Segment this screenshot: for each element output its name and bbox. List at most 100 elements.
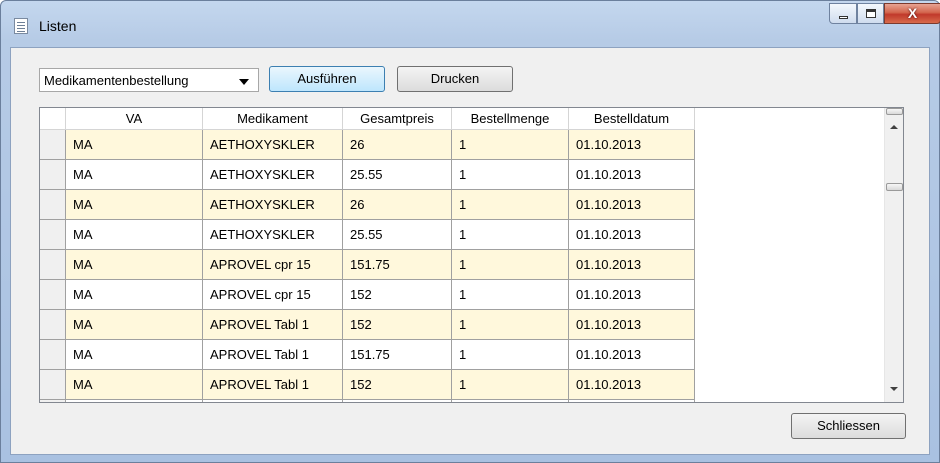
scrollbar-top-handle[interactable] (886, 108, 903, 115)
vertical-scrollbar[interactable] (884, 108, 903, 402)
cell-gesamtpreis[interactable]: 25.55 (343, 220, 452, 250)
cell-bestelldatum[interactable]: 01.10.2013 (569, 310, 695, 340)
maximize-icon (866, 9, 876, 18)
cell-medikament[interactable]: AETHOXYSKLER (203, 220, 343, 250)
row-header[interactable] (40, 190, 66, 220)
results-grid[interactable]: VA Medikament Gesamtpreis Bestellmenge Beste… (39, 107, 904, 403)
cell-bestellmenge[interactable]: 1 (452, 250, 569, 280)
cell-medikament[interactable]: APROVEL cpr 15 (203, 280, 343, 310)
run-button[interactable]: Ausführen (269, 66, 385, 92)
cell-medikament[interactable]: APROVEL Tabl 1 (203, 310, 343, 340)
row-header[interactable] (40, 130, 66, 160)
row-header[interactable] (40, 310, 66, 340)
cell-bestellmenge[interactable]: 1 (452, 130, 569, 160)
cell-gesamtpreis[interactable]: 151.75 (343, 400, 452, 402)
cell-bestelldatum[interactable]: 01.10.2013 (569, 250, 695, 280)
cell-bestelldatum[interactable]: 01.10.2013 (569, 220, 695, 250)
column-header-va[interactable]: VA (66, 108, 203, 130)
cell-medikament[interactable]: AETHOXYSKLER (203, 160, 343, 190)
print-button[interactable]: Drucken (397, 66, 513, 92)
table-row[interactable]: MA AETHOXYSKLER 26 1 01.10.2013 (40, 130, 695, 160)
cell-bestelldatum[interactable]: 01.10.2013 (569, 340, 695, 370)
table-row[interactable]: MA APROVEL cpr 15 151.75 1 01.10.2013 (40, 250, 695, 280)
cell-bestelldatum[interactable]: 01.10.2013 (569, 370, 695, 400)
cell-va[interactable]: MA (66, 190, 203, 220)
cell-bestellmenge[interactable]: 1 (452, 310, 569, 340)
cell-medikament[interactable]: APROVEL Tabl 1 (203, 340, 343, 370)
cell-bestellmenge[interactable]: 1 (452, 370, 569, 400)
minimize-button[interactable] (829, 3, 857, 24)
row-header[interactable] (40, 250, 66, 280)
cell-va[interactable]: MA (66, 340, 203, 370)
table-row[interactable]: MAAPROVEL Tabl 1151.75101.10.2013 (40, 400, 695, 402)
table-row[interactable]: MA APROVEL Tabl 1 152 1 01.10.2013 (40, 310, 695, 340)
scroll-down-icon[interactable] (890, 387, 898, 391)
listen-window: Listen X Medikamentenbestellung Ausführe… (0, 0, 940, 463)
scroll-up-icon[interactable] (890, 125, 898, 129)
cell-gesamtpreis[interactable]: 26 (343, 190, 452, 220)
column-header-bestelldatum[interactable]: Bestelldatum (569, 108, 695, 130)
cell-bestelldatum[interactable]: 01.10.2013 (569, 160, 695, 190)
cell-va[interactable]: MA (66, 280, 203, 310)
cell-medikament[interactable]: APROVEL Tabl 1 (203, 370, 343, 400)
table-row[interactable]: MA AETHOXYSKLER 25.55 1 01.10.2013 (40, 160, 695, 190)
column-header-medikament[interactable]: Medikament (203, 108, 343, 130)
cell-gesamtpreis[interactable]: 152 (343, 370, 452, 400)
cell-medikament[interactable]: APROVEL Tabl 1 (203, 400, 343, 402)
minimize-icon (839, 16, 848, 19)
cell-bestellmenge[interactable]: 1 (452, 400, 569, 402)
cell-gesamtpreis[interactable]: 152 (343, 310, 452, 340)
close-button[interactable]: Schliessen (791, 413, 906, 439)
cell-bestelldatum[interactable]: 01.10.2013 (569, 190, 695, 220)
cell-va[interactable]: MA (66, 130, 203, 160)
list-type-select[interactable]: Medikamentenbestellung (39, 68, 259, 92)
grid-corner-header[interactable] (40, 108, 66, 130)
table-row[interactable]: MA AETHOXYSKLER 26 1 01.10.2013 (40, 190, 695, 220)
column-header-bestellmenge[interactable]: Bestellmenge (452, 108, 569, 130)
cell-bestelldatum[interactable]: 01.10.2013 (569, 400, 695, 402)
scrollbar-thumb[interactable] (886, 183, 903, 191)
row-header[interactable] (40, 340, 66, 370)
cell-va[interactable]: MA (66, 220, 203, 250)
title-bar[interactable]: Listen X (1, 1, 940, 47)
cell-bestellmenge[interactable]: 1 (452, 190, 569, 220)
row-header[interactable] (40, 370, 66, 400)
grid-header-row: VA Medikament Gesamtpreis Bestellmenge Beste… (40, 108, 695, 130)
cell-medikament[interactable]: AETHOXYSKLER (203, 190, 343, 220)
cell-gesamtpreis[interactable]: 25.55 (343, 160, 452, 190)
dropdown-arrow-icon[interactable] (239, 79, 249, 85)
cell-bestellmenge[interactable]: 1 (452, 340, 569, 370)
window-title: Listen (39, 18, 77, 34)
cell-bestelldatum[interactable]: 01.10.2013 (569, 280, 695, 310)
cell-va[interactable]: MA (66, 370, 203, 400)
close-icon: X (907, 5, 918, 21)
row-header[interactable] (40, 160, 66, 190)
table-row[interactable]: MA APROVEL cpr 15 152 1 01.10.2013 (40, 280, 695, 310)
grid-empty-area (695, 108, 886, 402)
cell-va[interactable]: MA (66, 310, 203, 340)
cell-gesamtpreis[interactable]: 151.75 (343, 250, 452, 280)
close-window-button[interactable]: X (884, 3, 940, 24)
table-row[interactable]: MA AETHOXYSKLER 25.55 1 01.10.2013 (40, 220, 695, 250)
cell-gesamtpreis[interactable]: 152 (343, 280, 452, 310)
maximize-button[interactable] (857, 3, 884, 24)
table-row[interactable]: MA APROVEL Tabl 1 152 1 01.10.2013 (40, 370, 695, 400)
row-header[interactable] (40, 400, 66, 402)
grid-body: VA Medikament Gesamtpreis Bestellmenge Beste… (40, 108, 886, 402)
cell-va[interactable]: MA (66, 160, 203, 190)
list-type-value: Medikamentenbestellung (44, 73, 189, 88)
cell-bestelldatum[interactable]: 01.10.2013 (569, 130, 695, 160)
cell-gesamtpreis[interactable]: 26 (343, 130, 452, 160)
cell-va[interactable]: MA (66, 250, 203, 280)
cell-bestellmenge[interactable]: 1 (452, 160, 569, 190)
cell-va[interactable]: MA (66, 400, 203, 402)
cell-bestellmenge[interactable]: 1 (452, 280, 569, 310)
cell-medikament[interactable]: AETHOXYSKLER (203, 130, 343, 160)
cell-bestellmenge[interactable]: 1 (452, 220, 569, 250)
row-header[interactable] (40, 280, 66, 310)
column-header-gesamtpreis[interactable]: Gesamtpreis (343, 108, 452, 130)
cell-gesamtpreis[interactable]: 151.75 (343, 340, 452, 370)
cell-medikament[interactable]: APROVEL cpr 15 (203, 250, 343, 280)
row-header[interactable] (40, 220, 66, 250)
table-row[interactable]: MAAPROVEL Tabl 1151.75101.10.2013 (40, 340, 695, 370)
